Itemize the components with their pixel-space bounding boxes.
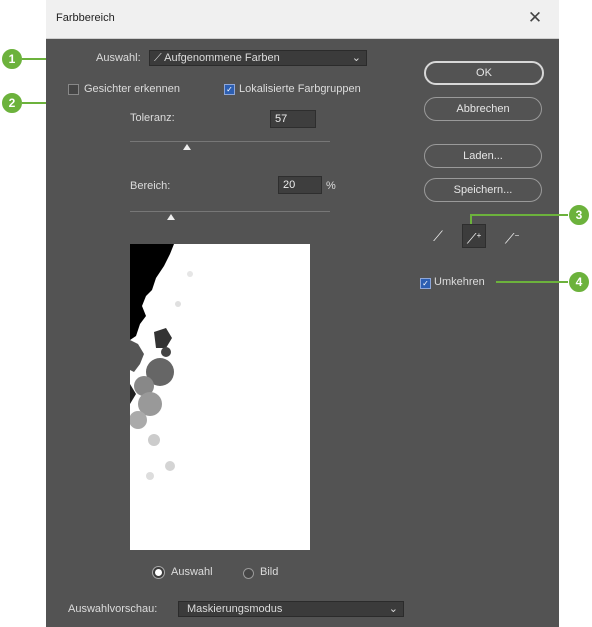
range-unit: % — [326, 180, 336, 192]
callout-3-line — [470, 214, 568, 216]
tolerance-slider-track[interactable] — [130, 141, 330, 142]
chevron-down-icon: ⌄ — [351, 52, 361, 64]
faces-checkbox[interactable] — [68, 84, 79, 95]
eyedropper-icon[interactable]: ⟋ — [427, 225, 449, 247]
invert-label: Umkehren — [434, 276, 485, 288]
title-bar: Farbbereich ✕ — [46, 0, 559, 39]
callout-3-line-down — [470, 214, 472, 224]
preview-select-value: Maskierungsmodus — [187, 603, 283, 615]
faces-label: Gesichter erkennen — [84, 83, 180, 95]
mask-preview — [130, 244, 310, 550]
auswahl-dropdown[interactable]: ⟋ Aufgenommene Farben ⌄ — [149, 50, 367, 66]
auswahl-label: Auswahl: — [96, 52, 141, 64]
tolerance-input[interactable]: 57 — [270, 110, 316, 128]
localized-label: Lokalisierte Farbgruppen — [239, 83, 361, 95]
range-slider-track[interactable] — [130, 211, 330, 212]
range-slider-thumb[interactable] — [167, 214, 175, 220]
window-title: Farbbereich — [56, 12, 115, 24]
eyedropper-icon: ⟋ — [154, 52, 162, 64]
callout-4: 4 — [568, 271, 590, 293]
preview-select-label: Auswahlvorschau: — [68, 603, 158, 615]
close-icon[interactable]: ✕ — [525, 8, 545, 28]
invert-checkbox[interactable]: ✓ — [420, 278, 431, 289]
eyedropper-minus-icon[interactable]: ⟋− — [501, 225, 523, 247]
color-range-dialog: Farbbereich ✕ Auswahl: ⟋ Aufgenommene Fa… — [46, 0, 559, 627]
load-button[interactable]: Laden... — [424, 144, 542, 168]
callout-2: 2 — [1, 92, 23, 114]
tolerance-label: Toleranz: — [130, 112, 175, 124]
radio-bild-label: Bild — [260, 566, 279, 578]
callout-3: 3 — [568, 204, 590, 226]
preview-select-dropdown[interactable]: Maskierungsmodus ⌄ — [178, 601, 404, 617]
radio-auswahl[interactable] — [153, 567, 164, 578]
radio-bild[interactable] — [243, 568, 254, 579]
localized-checkbox[interactable]: ✓ — [224, 84, 235, 95]
callout-4-line — [496, 281, 568, 283]
cancel-button[interactable]: Abbrechen — [424, 97, 542, 121]
mask-preview-image — [130, 244, 193, 480]
range-label: Bereich: — [130, 180, 171, 192]
ok-button[interactable]: OK — [424, 61, 544, 85]
save-button[interactable]: Speichern... — [424, 178, 542, 202]
callout-1: 1 — [1, 48, 23, 70]
eyedropper-plus-icon[interactable]: ⟋+ — [462, 224, 486, 248]
auswahl-value: Aufgenommene Farben — [164, 52, 280, 64]
chevron-down-icon: ⌄ — [388, 603, 398, 615]
radio-auswahl-label: Auswahl — [171, 566, 213, 578]
range-input[interactable]: 20 — [278, 176, 322, 194]
tolerance-slider-thumb[interactable] — [183, 144, 191, 150]
